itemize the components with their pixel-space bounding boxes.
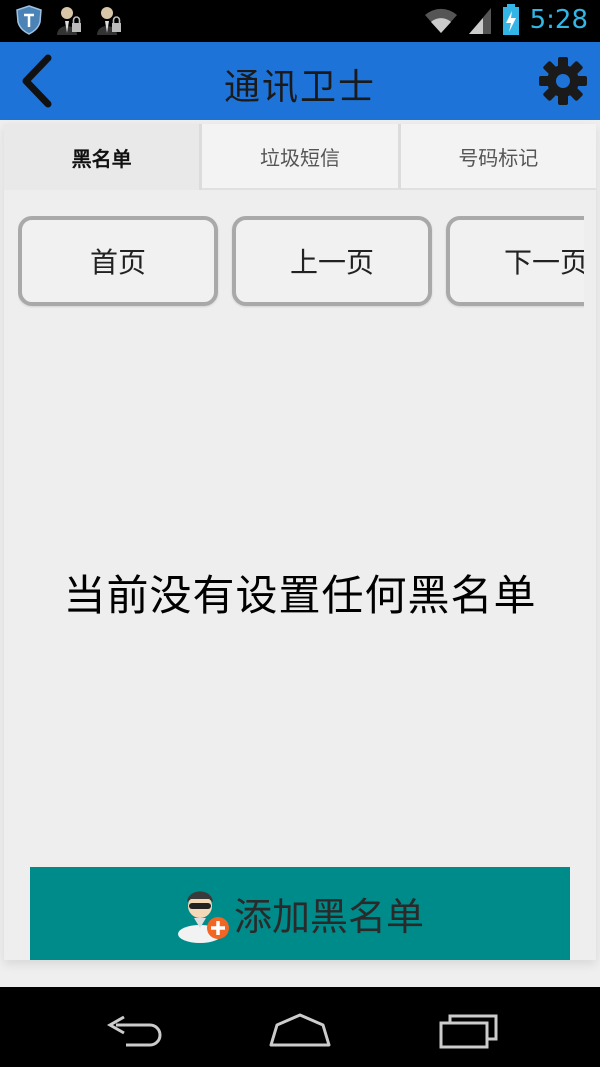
app-bar: 通讯卫士 (0, 42, 600, 120)
add-blacklist-label: 添加黑名单 (233, 895, 424, 939)
user-lock-icon (57, 7, 81, 35)
user-lock-icon (97, 7, 121, 35)
page-title: 通讯卫士 (223, 67, 376, 108)
content-area: 黑名单 垃圾短信 号码标记 首页 上一页 下一页 当前没有设置任何黑名单 添加黑… (0, 120, 600, 987)
blacklist-panel: 黑名单 垃圾短信 号码标记 首页 上一页 下一页 当前没有设置任何黑名单 添加黑… (4, 124, 596, 960)
navigation-bar (0, 987, 600, 1067)
tab-spam-sms[interactable]: 垃圾短信 (202, 124, 401, 190)
clock: 5:28 (529, 5, 588, 35)
empty-state-message: 当前没有设置任何黑名单 (63, 571, 537, 620)
tab-blacklist[interactable]: 黑名单 (4, 124, 203, 190)
gear-icon[interactable] (538, 56, 588, 106)
first-page-button[interactable]: 首页 (18, 216, 218, 306)
recents-icon[interactable] (438, 1011, 500, 1051)
signal-icon (468, 8, 491, 34)
battery-charging-icon (502, 4, 519, 35)
shield-icon (16, 5, 42, 35)
next-page-button[interactable]: 下一页 (446, 216, 584, 306)
add-blacklist-button[interactable]: 添加黑名单 (30, 867, 570, 960)
pagination: 首页 上一页 下一页 (18, 216, 584, 312)
screen: 5:28 通讯卫士 黑名单 垃圾短信 号码标记 首页 上一页 下一页 当前没有设… (0, 0, 600, 1067)
tab-number-tags[interactable]: 号码标记 (400, 124, 596, 190)
tab-bar: 黑名单 垃圾短信 号码标记 (4, 124, 596, 190)
prev-page-button[interactable]: 上一页 (232, 216, 432, 306)
add-contact-icon (177, 891, 229, 943)
wifi-icon (424, 8, 457, 33)
status-bar: 5:28 (0, 0, 600, 42)
home-icon[interactable] (268, 1011, 332, 1051)
back-icon[interactable] (104, 1011, 164, 1051)
